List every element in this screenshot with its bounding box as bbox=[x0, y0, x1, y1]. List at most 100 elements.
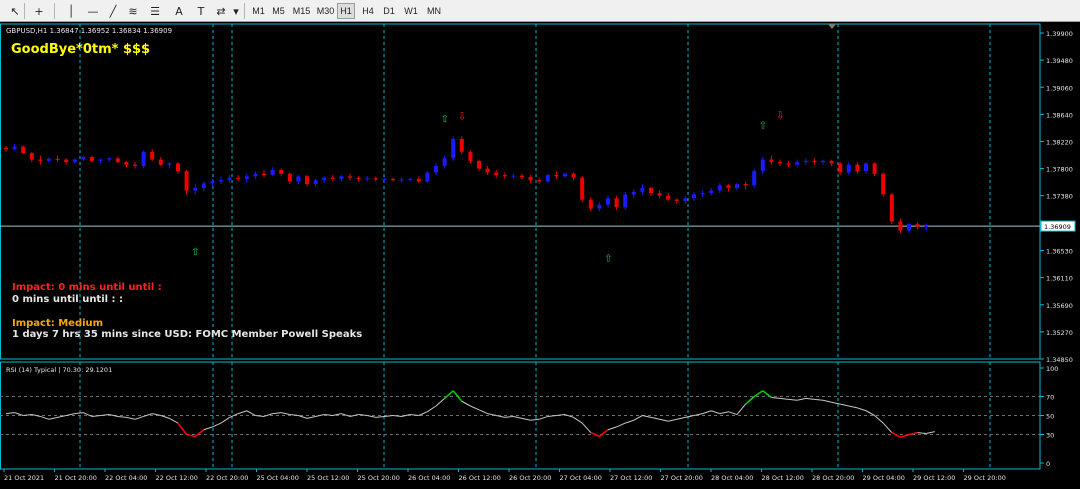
rsi-axis-label: 30 bbox=[1046, 432, 1054, 440]
candle-body bbox=[81, 156, 86, 160]
timeframe-h4-button[interactable]: H4 bbox=[359, 3, 377, 19]
toolbar-separator bbox=[244, 3, 245, 19]
candle-body bbox=[864, 163, 868, 172]
candle-body bbox=[158, 159, 163, 165]
rsi-title: RSI (14) Typical | 70.30: 29.1201 bbox=[6, 366, 112, 374]
candle-body bbox=[597, 204, 602, 209]
price-axis-label: 1.36530 bbox=[1046, 248, 1073, 256]
dropdown-icon[interactable]: ▾ bbox=[232, 2, 240, 20]
candle-body bbox=[588, 199, 593, 209]
candle-body bbox=[889, 194, 894, 222]
text-icon[interactable]: A bbox=[170, 2, 188, 20]
candle-body bbox=[803, 160, 808, 163]
text-label-icon[interactable]: T bbox=[192, 2, 210, 20]
candle-body bbox=[236, 177, 241, 179]
cursor-icon[interactable]: ↖ bbox=[6, 2, 24, 20]
candle-body bbox=[29, 153, 34, 160]
candle-body bbox=[313, 180, 318, 185]
candle-body bbox=[98, 159, 103, 161]
candle-body bbox=[855, 164, 860, 172]
timeframe-d1-button[interactable]: D1 bbox=[380, 3, 398, 19]
candle-body bbox=[219, 180, 223, 182]
candle-body bbox=[124, 162, 129, 165]
timeframe-w1-button[interactable]: W1 bbox=[402, 3, 420, 19]
time-axis-label: 27 Oct 20:00 bbox=[661, 474, 703, 482]
time-axis-label: 21 Oct 20:00 bbox=[55, 474, 97, 482]
candle-body bbox=[606, 198, 610, 205]
timeframe-mn-button[interactable]: MN bbox=[424, 3, 444, 19]
candle-body bbox=[640, 187, 645, 192]
rsi-axis-label: 50 bbox=[1046, 413, 1054, 421]
candle-body bbox=[348, 176, 352, 178]
time-axis-label: 26 Oct 12:00 bbox=[459, 474, 501, 482]
candle-body bbox=[305, 176, 309, 185]
fibonacci-retracement-icon[interactable]: ☰ bbox=[146, 2, 164, 20]
candle-body bbox=[442, 158, 447, 167]
candle-body bbox=[176, 163, 180, 172]
candle-body bbox=[537, 180, 542, 182]
time-axis-label: 25 Oct 04:00 bbox=[257, 474, 299, 482]
candle-body bbox=[614, 198, 619, 208]
candle-body bbox=[150, 151, 155, 160]
price-axis-label: 1.35270 bbox=[1046, 329, 1073, 337]
candle-body bbox=[167, 163, 172, 165]
price-axis-label: 1.37800 bbox=[1046, 166, 1073, 174]
sell-arrow-icon: ⇩ bbox=[458, 112, 466, 123]
timeframe-m15-button[interactable]: M15 bbox=[291, 3, 312, 19]
candle-body bbox=[47, 158, 51, 161]
candle-body bbox=[760, 159, 765, 172]
time-axis-label: 26 Oct 20:00 bbox=[509, 474, 551, 482]
horizontal-line-icon[interactable]: — bbox=[84, 2, 102, 20]
candle-body bbox=[545, 175, 550, 182]
time-axis-label: 26 Oct 04:00 bbox=[408, 474, 450, 482]
sell-arrow-icon: ⇩ bbox=[776, 110, 784, 121]
candle-body bbox=[391, 178, 395, 181]
chart-window[interactable]: ⇧ ⇧ ⇧ ⇧ ⇩ ⇩ 1.39900 1.39480 1.39060 1.38640 1.382… bbox=[0, 22, 1080, 485]
candle-body bbox=[253, 173, 258, 177]
timeframe-h1-button[interactable]: H1 bbox=[337, 3, 355, 19]
candle-body bbox=[571, 173, 576, 178]
candle-body bbox=[649, 187, 653, 194]
candle-body bbox=[520, 175, 524, 177]
candle-body bbox=[623, 194, 628, 208]
time-axis-label: 21 Oct 2021 bbox=[4, 474, 44, 482]
candle-body bbox=[244, 176, 249, 179]
candle-body bbox=[683, 198, 688, 201]
candle-body bbox=[21, 146, 26, 154]
chart-canvas[interactable]: ⇧ ⇧ ⇧ ⇧ ⇩ ⇩ 1.39900 1.39480 1.39060 1.38640 1.382… bbox=[0, 22, 1080, 485]
candle-body bbox=[408, 178, 413, 180]
candle-body bbox=[709, 190, 714, 194]
candle-body bbox=[752, 171, 757, 186]
timeframe-m30-button[interactable]: M30 bbox=[315, 3, 336, 19]
buy-arrow-icon: ⇧ bbox=[759, 121, 767, 132]
timeframe-m1-button[interactable]: M1 bbox=[250, 3, 267, 19]
impact-medium-label: Impact: Medium bbox=[12, 318, 103, 329]
fibonacci-channel-icon[interactable]: ≋ bbox=[124, 2, 142, 20]
symbol-info: GBPUSD,H1 1.36847 1.36952 1.36834 1.3690… bbox=[6, 27, 172, 35]
time-axis-label: 29 Oct 12:00 bbox=[913, 474, 955, 482]
candle-body bbox=[339, 176, 344, 179]
headline-text: GoodBye*0tm* $$$ bbox=[11, 42, 150, 57]
trend-line-icon[interactable]: ╱ bbox=[104, 2, 122, 20]
buy-arrow-icon: ⇧ bbox=[191, 247, 199, 258]
vertical-line-icon[interactable]: │ bbox=[62, 2, 80, 20]
toolbar-separator bbox=[54, 3, 55, 19]
candle-body bbox=[279, 169, 284, 174]
rsi-axis-label: 100 bbox=[1046, 365, 1058, 373]
candle-body bbox=[494, 172, 499, 176]
arrows-icon[interactable]: ⇄ bbox=[212, 2, 230, 20]
candle-body bbox=[881, 173, 886, 195]
candle-body bbox=[528, 176, 533, 181]
candle-body bbox=[872, 163, 877, 174]
candle-body bbox=[296, 176, 301, 182]
timeframe-m5-button[interactable]: M5 bbox=[270, 3, 287, 19]
crosshair-icon[interactable]: + bbox=[30, 2, 48, 20]
price-axis-label: 1.38220 bbox=[1046, 138, 1073, 146]
candle-body bbox=[416, 178, 421, 182]
candle-body bbox=[924, 226, 929, 228]
candle-body bbox=[227, 177, 232, 181]
candle-body bbox=[468, 151, 473, 161]
candle-body bbox=[477, 160, 481, 169]
candle-body bbox=[4, 147, 8, 150]
time-axis-label: 25 Oct 12:00 bbox=[307, 474, 349, 482]
